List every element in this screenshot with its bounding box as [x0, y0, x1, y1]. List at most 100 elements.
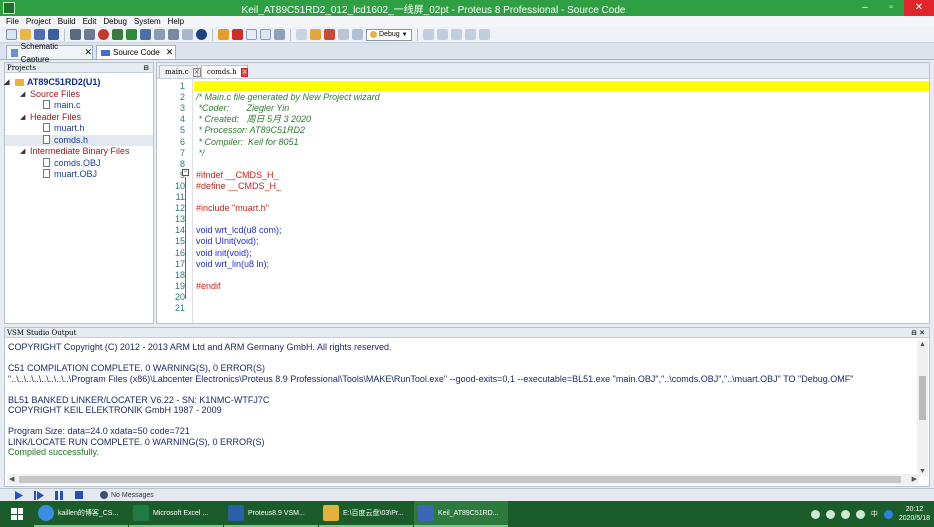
- line-number: 1: [179, 81, 185, 91]
- delete-icon[interactable]: [232, 29, 243, 40]
- ime-indicator[interactable]: 中: [871, 509, 878, 519]
- tab-close-icon[interactable]: ×: [192, 67, 201, 77]
- tree-item-source-files[interactable]: ◢ Source Files: [5, 89, 153, 101]
- print-icon[interactable]: [274, 29, 285, 40]
- expand-arrow-icon[interactable]: ◢: [20, 146, 25, 157]
- tree-item-root[interactable]: ◢ AT89C51RD2(U1): [4, 77, 153, 89]
- tree-item-intermediate-binary-files[interactable]: ◢ Intermediate Binary Files: [5, 146, 153, 158]
- tree-item-muart-obj[interactable]: muart.OBJ: [5, 169, 153, 181]
- tab-close-icon[interactable]: ✕: [84, 46, 92, 59]
- minimize-button[interactable]: –: [852, 0, 878, 16]
- find-next-icon[interactable]: [182, 29, 193, 40]
- rebuild-icon[interactable]: [84, 29, 95, 40]
- expand-arrow-icon[interactable]: ◢: [20, 112, 25, 123]
- scroll-right-icon[interactable]: ▶: [912, 475, 917, 483]
- menu-system[interactable]: System: [134, 16, 161, 27]
- tree-item-main-c[interactable]: main.c: [5, 100, 153, 112]
- output-line: Compiled successfully.: [8, 447, 99, 457]
- maximize-button[interactable]: ▫: [878, 0, 904, 16]
- editor-tab-comds-h[interactable]: comds.h ×: [201, 65, 249, 78]
- undo-icon[interactable]: [296, 29, 307, 40]
- tree-item-comds-h[interactable]: comds.h: [5, 134, 153, 146]
- taskbar-item-browser[interactable]: kaillen的博客_CS...: [34, 501, 128, 527]
- pause-icon[interactable]: [54, 490, 64, 500]
- tab-schematic-capture[interactable]: Schematic Capture ✕: [6, 42, 93, 64]
- expand-arrow-icon[interactable]: ◢: [20, 89, 25, 100]
- taskbar-item-excel[interactable]: Microsoft Excel ...: [129, 501, 223, 527]
- wifi-icon[interactable]: [840, 509, 850, 519]
- menu-build[interactable]: Build: [58, 16, 76, 27]
- open-icon[interactable]: [20, 29, 31, 40]
- build-icon[interactable]: [70, 29, 81, 40]
- ime-icon[interactable]: [883, 509, 893, 519]
- bookmark-icon[interactable]: [352, 29, 363, 40]
- menu-edit[interactable]: Edit: [83, 16, 97, 27]
- taskbar-item-file-explorer[interactable]: E:\百度云盘\03\Pr...: [319, 501, 413, 527]
- menu-debug[interactable]: Debug: [103, 16, 127, 27]
- step-icon[interactable]: [126, 29, 137, 40]
- bluetooth-icon[interactable]: [810, 509, 820, 519]
- line-number: 20: [174, 291, 185, 302]
- taskbar-item-keil-proteus[interactable]: Keil_AT89C51RD...: [414, 501, 508, 527]
- redo-icon[interactable]: [310, 29, 321, 40]
- fold-toggle-icon[interactable]: −: [182, 169, 189, 176]
- paste-icon[interactable]: [260, 29, 271, 40]
- tree-item-header-files[interactable]: ◢ Header Files: [5, 112, 153, 124]
- code-area[interactable]: /* Main.c file generated by New Project …: [194, 79, 929, 323]
- scrollbar-thumb[interactable]: [19, 476, 901, 483]
- step-icon[interactable]: [34, 490, 44, 500]
- start-button[interactable]: [0, 501, 34, 527]
- clock[interactable]: 20:12 2020/5/18: [899, 505, 930, 523]
- tree-label: comds.OBJ: [54, 157, 101, 168]
- redo-edit-icon[interactable]: [436, 29, 448, 40]
- tab-close-icon[interactable]: ✕: [166, 46, 174, 59]
- tree-item-muart-h[interactable]: muart.h: [5, 123, 153, 135]
- stop-icon[interactable]: [98, 29, 109, 40]
- editor-tab-main-c[interactable]: main.c ×: [159, 65, 201, 78]
- cut-icon[interactable]: [218, 29, 229, 40]
- menu-project[interactable]: Project: [26, 16, 51, 27]
- stop-icon[interactable]: [74, 490, 84, 500]
- pin-icon[interactable]: ⊟: [143, 63, 149, 73]
- tree-label: Header Files: [30, 111, 82, 122]
- configuration-dropdown[interactable]: Debug ▼: [366, 28, 412, 41]
- search-previous-icon[interactable]: [478, 29, 490, 40]
- copy-icon[interactable]: [246, 29, 257, 40]
- scroll-left-icon[interactable]: ◀: [9, 475, 14, 483]
- volume-icon[interactable]: [855, 509, 865, 519]
- tab-label: Source Code: [113, 48, 160, 57]
- expand-arrow-icon[interactable]: ◢: [4, 77, 9, 88]
- scrollbar-thumb[interactable]: [919, 376, 926, 420]
- replace-icon[interactable]: [324, 29, 335, 40]
- debug-icon[interactable]: [154, 29, 165, 40]
- new-file-icon[interactable]: [6, 29, 17, 40]
- output-horizontal-scrollbar[interactable]: ◀ ▶: [7, 474, 919, 485]
- close-button[interactable]: ✕: [904, 0, 934, 16]
- step-back-icon[interactable]: [112, 29, 123, 40]
- save-all-icon[interactable]: [48, 29, 59, 40]
- taskbar-item-proteus-vsm[interactable]: Proteus8.9 VSM...: [224, 501, 318, 527]
- menu-help[interactable]: Help: [168, 16, 184, 27]
- run-icon[interactable]: [140, 29, 151, 40]
- save-icon[interactable]: [34, 29, 45, 40]
- tab-source-code[interactable]: Source Code ✕: [96, 45, 176, 59]
- pin-close-icon[interactable]: ⊟ ✕: [911, 328, 925, 338]
- goto-icon[interactable]: [338, 29, 349, 40]
- search-next-icon[interactable]: [464, 29, 476, 40]
- output-vertical-scrollbar[interactable]: ▲ ▼: [917, 340, 928, 476]
- undo-edit-icon[interactable]: [422, 29, 434, 40]
- code-line: #define __CMDS_H_: [196, 180, 282, 191]
- help-icon[interactable]: [196, 29, 207, 40]
- task-label: E:\百度云盘\03\Pr...: [343, 510, 404, 517]
- find-icon[interactable]: [168, 29, 179, 40]
- scroll-up-icon[interactable]: ▲: [919, 341, 926, 348]
- tab-close-icon[interactable]: ×: [240, 67, 249, 77]
- tree-item-comds-obj[interactable]: comds.OBJ: [5, 157, 153, 170]
- scroll-down-icon[interactable]: ▼: [919, 468, 926, 475]
- menu-file[interactable]: File: [6, 16, 19, 27]
- shield-icon[interactable]: [825, 509, 835, 519]
- play-icon[interactable]: [14, 490, 24, 500]
- line-number: 11: [175, 192, 185, 202]
- search-icon[interactable]: [450, 29, 462, 40]
- messages-indicator[interactable]: No Messages: [100, 491, 154, 499]
